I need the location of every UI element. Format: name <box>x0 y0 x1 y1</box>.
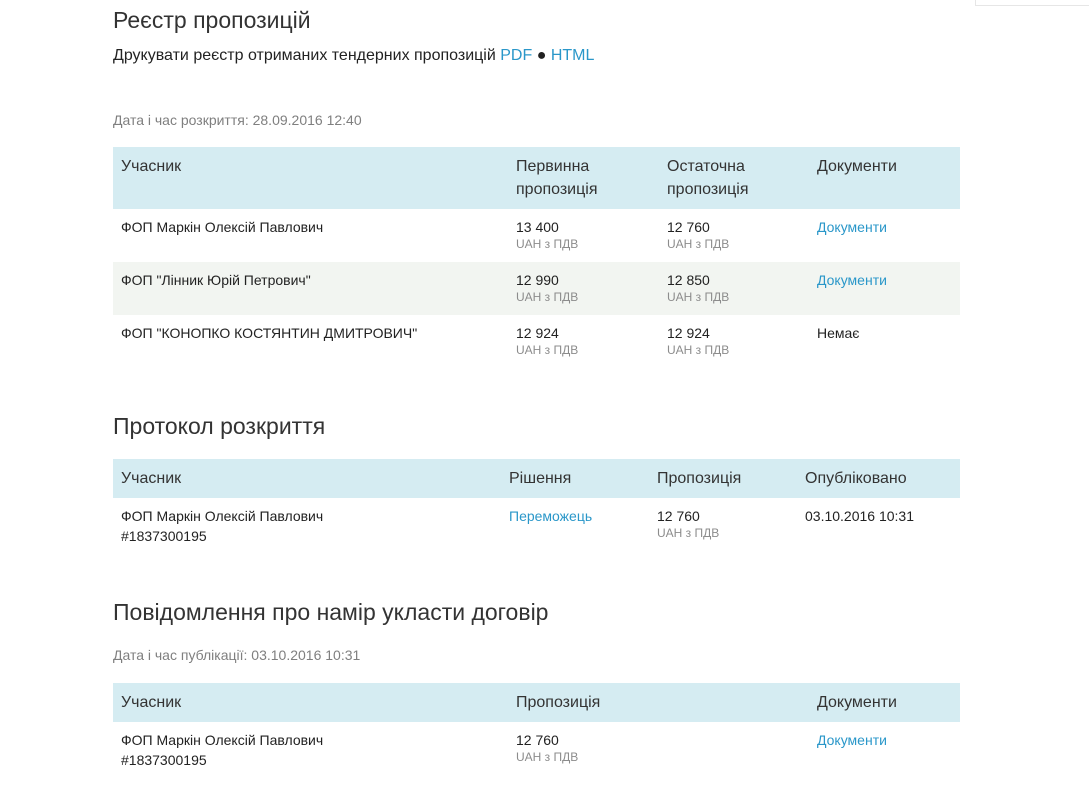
notice-table: Учасник Пропозиція Документи ФОП Маркін … <box>113 683 960 774</box>
participant-id: #1837300195 <box>121 528 207 544</box>
table-row: ФОП Маркін Олексій Павлович #1837300195 П… <box>113 498 960 550</box>
participant-id: #1837300195 <box>121 752 207 768</box>
col-participant: Учасник <box>113 459 501 498</box>
documents-cell: Документи <box>809 722 960 774</box>
notice-table-header: Учасник Пропозиція Документи <box>113 683 960 722</box>
final-offer: 12 924 UAH з ПДВ <box>667 325 730 357</box>
col-decision: Рішення <box>501 459 649 498</box>
print-pdf-link[interactable]: PDF <box>500 47 532 64</box>
col-participant: Учасник <box>113 147 508 209</box>
documents-cell: Документи <box>809 209 960 262</box>
print-html-link[interactable]: HTML <box>551 47 595 64</box>
protocol-table-header: Учасник Рішення Пропозиція Опубліковано <box>113 459 960 498</box>
col-final-offer: Остаточна пропозиція <box>659 147 809 209</box>
col-initial-offer: Первинна пропозиція <box>508 147 659 209</box>
print-register-text: Друкувати реєстр отриманих тендерних про… <box>113 47 496 64</box>
initial-offer: 12 990 UAH з ПДВ <box>508 262 659 315</box>
documents-cell: Документи <box>809 262 960 315</box>
notice-title: Повідомлення про намір укласти договір <box>113 599 549 625</box>
participant-name: ФОП "Лінник Юрій Петрович" <box>113 262 508 315</box>
col-participant: Учасник <box>113 683 508 722</box>
participant-name: ФОП Маркін Олексій Павлович <box>121 508 324 524</box>
participant-name: ФОП Маркін Олексій Павлович <box>121 732 324 748</box>
documents-link[interactable]: Документи <box>817 732 887 748</box>
bids-register-title: Реєстр пропозицій <box>113 7 311 33</box>
participant-cell: ФОП Маркін Олексій Павлович #1837300195 <box>113 498 501 550</box>
published-date: 03.10.2016 10:31 <box>805 508 914 524</box>
decision-cell: Переможець <box>501 498 649 550</box>
table-row: ФОП Маркін Олексій Павлович #1837300195 1… <box>113 722 960 774</box>
top-right-divider <box>975 5 1089 6</box>
participant-cell: ФОП Маркін Олексій Павлович #1837300195 <box>113 722 508 774</box>
col-documents: Документи <box>809 683 960 722</box>
open-datetime: Дата і час розкриття: 28.09.2016 12:40 <box>113 112 362 128</box>
initial-offer: 12 924 UAH з ПДВ <box>516 325 579 357</box>
col-documents: Документи <box>809 147 960 209</box>
documents-link[interactable]: Документи <box>817 272 887 288</box>
final-offer: 12 760 UAH з ПДВ <box>667 219 730 251</box>
table-row: ФОП "Лінник Юрій Петрович" 12 990 UAH з П… <box>113 262 960 315</box>
documents-link[interactable]: Документи <box>817 219 887 235</box>
protocol-title: Протокол розкриття <box>113 413 326 439</box>
offer-cell: 12 760 UAH з ПДВ <box>516 732 579 764</box>
participant-name: ФОП "КОНОПКО КОСТЯНТИН ДМИТРОВИЧ" <box>121 325 418 341</box>
publication-datetime: Дата і час публікації: 03.10.2016 10:31 <box>113 647 361 663</box>
winner-link[interactable]: Переможець <box>509 508 592 524</box>
protocol-table: Учасник Рішення Пропозиція Опубліковано … <box>113 459 960 550</box>
col-offer: Пропозиція <box>508 683 809 722</box>
top-right-divider-edge <box>975 0 976 6</box>
offer-cell: 12 760 UAH з ПДВ <box>657 508 720 540</box>
bids-table-header: Учасник Первинна пропозиція Остаточна проп… <box>113 147 960 209</box>
initial-offer: 13 400 UAH з ПДВ <box>516 219 579 251</box>
participant-name: ФОП Маркін Олексій Павлович <box>121 219 324 235</box>
table-row: ФОП Маркін Олексій Павлович 13 400 UAH з … <box>113 209 960 262</box>
table-row: ФОП "КОНОПКО КОСТЯНТИН ДМИТРОВИЧ" 12 924… <box>113 315 960 368</box>
print-separator: ● <box>536 47 547 64</box>
final-offer: 12 850 UAH з ПДВ <box>659 262 809 315</box>
documents-none: Немає <box>817 325 860 341</box>
col-published: Опубліковано <box>797 459 960 498</box>
bids-table: Учасник Первинна пропозиція Остаточна проп… <box>113 147 960 368</box>
print-register-line: Друкувати реєстр отриманих тендерних про… <box>113 47 594 65</box>
col-offer: Пропозиція <box>649 459 797 498</box>
